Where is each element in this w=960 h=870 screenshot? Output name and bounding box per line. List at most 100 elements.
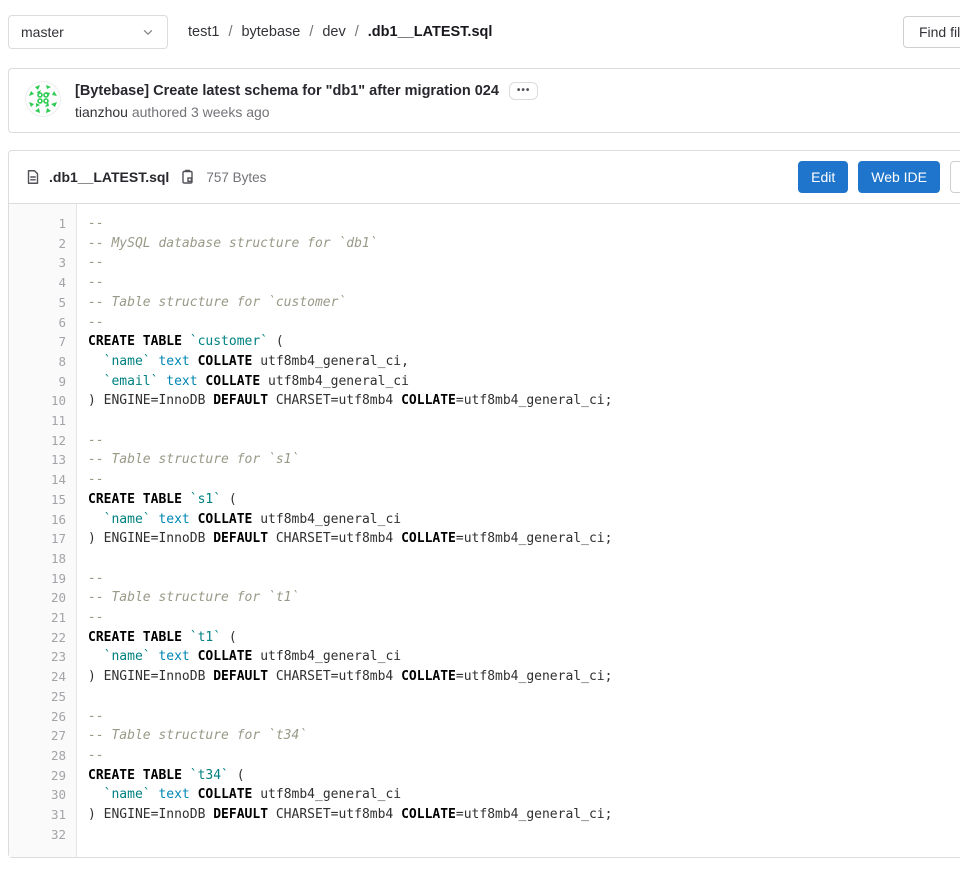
commit-meta: tianzhou authored 3 weeks ago bbox=[75, 104, 538, 120]
line-number[interactable]: 28 bbox=[9, 746, 76, 766]
code-line-text: ) ENGINE=InnoDB DEFAULT CHARSET=utf8mb4 … bbox=[76, 529, 612, 549]
line-number[interactable]: 9 bbox=[9, 372, 76, 392]
line-number[interactable]: 21 bbox=[9, 608, 76, 628]
line-number[interactable]: 10 bbox=[9, 391, 76, 411]
code-line-text: `name` text COLLATE utf8mb4_general_ci, bbox=[76, 352, 409, 372]
line-number[interactable]: 26 bbox=[9, 707, 76, 727]
line-number[interactable]: 7 bbox=[9, 332, 76, 352]
line-number[interactable]: 31 bbox=[9, 805, 76, 825]
code-line: 4-- bbox=[9, 273, 960, 293]
code-line: 29CREATE TABLE `t34` ( bbox=[9, 766, 960, 786]
code-line-text bbox=[76, 549, 88, 569]
line-number[interactable]: 1 bbox=[9, 214, 76, 234]
breadcrumb-item-repo[interactable]: test1 bbox=[188, 24, 219, 40]
code-line: 2-- MySQL database structure for `db1` bbox=[9, 234, 960, 254]
code-line: 17) ENGINE=InnoDB DEFAULT CHARSET=utf8mb… bbox=[9, 529, 960, 549]
breadcrumb: test1 / bytebase / dev / .db1__LATEST.sq… bbox=[188, 24, 492, 40]
line-number[interactable]: 12 bbox=[9, 431, 76, 451]
commit-author-avatar bbox=[25, 81, 61, 117]
code-line-text: `email` text COLLATE utf8mb4_general_ci bbox=[76, 372, 409, 392]
code-line-text: -- bbox=[76, 273, 104, 293]
line-number[interactable]: 13 bbox=[9, 450, 76, 470]
code-line-text: `name` text COLLATE utf8mb4_general_ci bbox=[76, 510, 401, 530]
code-line: 16 `name` text COLLATE utf8mb4_general_c… bbox=[9, 510, 960, 530]
file-actions: Edit Web IDE bbox=[798, 161, 960, 193]
branch-name: master bbox=[21, 24, 64, 40]
edit-button[interactable]: Edit bbox=[798, 161, 848, 193]
web-ide-button[interactable]: Web IDE bbox=[858, 161, 940, 193]
code-line-text bbox=[76, 825, 88, 845]
code-line: 28-- bbox=[9, 746, 960, 766]
line-number[interactable]: 3 bbox=[9, 253, 76, 273]
code-line: 30 `name` text COLLATE utf8mb4_general_c… bbox=[9, 785, 960, 805]
line-number[interactable]: 20 bbox=[9, 588, 76, 608]
line-number[interactable]: 4 bbox=[9, 273, 76, 293]
file-header: .db1__LATEST.sql 757 Bytes Edit Web IDE bbox=[9, 151, 960, 204]
breadcrumb-separator: / bbox=[309, 24, 313, 40]
code-line-text: -- Table structure for `s1` bbox=[76, 450, 299, 470]
line-number[interactable]: 2 bbox=[9, 234, 76, 254]
line-number[interactable]: 17 bbox=[9, 529, 76, 549]
line-number[interactable]: 18 bbox=[9, 549, 76, 569]
code-line-text: -- Table structure for `t34` bbox=[76, 726, 307, 746]
code-line-text: -- bbox=[76, 253, 104, 273]
line-number[interactable]: 30 bbox=[9, 785, 76, 805]
code-line-text: CREATE TABLE `t1` ( bbox=[76, 628, 237, 648]
breadcrumb-item-subfolder[interactable]: dev bbox=[322, 24, 345, 40]
commit-title-link[interactable]: [Bytebase] Create latest schema for "db1… bbox=[75, 83, 499, 99]
code-line: 7CREATE TABLE `customer` ( bbox=[9, 332, 960, 352]
file-name: .db1__LATEST.sql bbox=[49, 169, 169, 185]
code-line: 14-- bbox=[9, 470, 960, 490]
line-number[interactable]: 8 bbox=[9, 352, 76, 372]
copy-file-path-icon[interactable] bbox=[178, 167, 198, 187]
breadcrumb-current-file: .db1__LATEST.sql bbox=[368, 24, 493, 40]
code-line: 25 bbox=[9, 687, 960, 707]
code-line: 21-- bbox=[9, 608, 960, 628]
code-line-text: CREATE TABLE `t34` ( bbox=[76, 766, 245, 786]
code-line-text bbox=[76, 687, 88, 707]
line-number[interactable]: 29 bbox=[9, 766, 76, 786]
branch-selector[interactable]: master bbox=[8, 15, 168, 49]
line-number[interactable]: 16 bbox=[9, 510, 76, 530]
file-blob-card: .db1__LATEST.sql 757 Bytes Edit Web IDE … bbox=[8, 150, 960, 858]
commit-author-link[interactable]: tianzhou bbox=[75, 104, 128, 120]
find-file-button[interactable]: Find file bbox=[903, 16, 960, 48]
line-number[interactable]: 22 bbox=[9, 628, 76, 648]
breadcrumb-item-folder[interactable]: bytebase bbox=[241, 24, 300, 40]
code-line-text: CREATE TABLE `customer` ( bbox=[76, 332, 284, 352]
code-line: 31) ENGINE=InnoDB DEFAULT CHARSET=utf8mb… bbox=[9, 805, 960, 825]
download-button[interactable] bbox=[950, 161, 960, 193]
code-line: 12-- bbox=[9, 431, 960, 451]
code-line-text: -- bbox=[76, 313, 104, 333]
code-line: 11 bbox=[9, 411, 960, 431]
line-number[interactable]: 5 bbox=[9, 293, 76, 313]
code-line-text: -- Table structure for `customer` bbox=[76, 293, 346, 313]
line-number[interactable]: 24 bbox=[9, 667, 76, 687]
line-number[interactable]: 15 bbox=[9, 490, 76, 510]
commit-info: [Bytebase] Create latest schema for "db1… bbox=[75, 81, 538, 120]
code-line: 3-- bbox=[9, 253, 960, 273]
line-number[interactable]: 6 bbox=[9, 313, 76, 333]
code-line-text: -- bbox=[76, 214, 104, 234]
code-line: 19-- bbox=[9, 569, 960, 589]
line-number[interactable]: 11 bbox=[9, 411, 76, 431]
code-line: 15CREATE TABLE `s1` ( bbox=[9, 490, 960, 510]
toggle-commit-description-button[interactable]: ••• bbox=[509, 82, 539, 100]
code-line: 6-- bbox=[9, 313, 960, 333]
breadcrumb-separator: / bbox=[355, 24, 359, 40]
code-line: 10) ENGINE=InnoDB DEFAULT CHARSET=utf8mb… bbox=[9, 391, 960, 411]
code-line: 13-- Table structure for `s1` bbox=[9, 450, 960, 470]
line-number[interactable]: 14 bbox=[9, 470, 76, 490]
code-line-text: -- bbox=[76, 470, 104, 490]
line-number[interactable]: 19 bbox=[9, 569, 76, 589]
code-line-text: -- bbox=[76, 431, 104, 451]
line-number[interactable]: 32 bbox=[9, 825, 76, 845]
code-line: 1-- bbox=[9, 214, 960, 234]
line-number[interactable]: 27 bbox=[9, 726, 76, 746]
code-line-text: ) ENGINE=InnoDB DEFAULT CHARSET=utf8mb4 … bbox=[76, 667, 612, 687]
line-number[interactable]: 25 bbox=[9, 687, 76, 707]
code-line-text: -- bbox=[76, 608, 104, 628]
code-line-text: CREATE TABLE `s1` ( bbox=[76, 490, 237, 510]
line-number[interactable]: 23 bbox=[9, 647, 76, 667]
code-line-text bbox=[76, 411, 88, 431]
